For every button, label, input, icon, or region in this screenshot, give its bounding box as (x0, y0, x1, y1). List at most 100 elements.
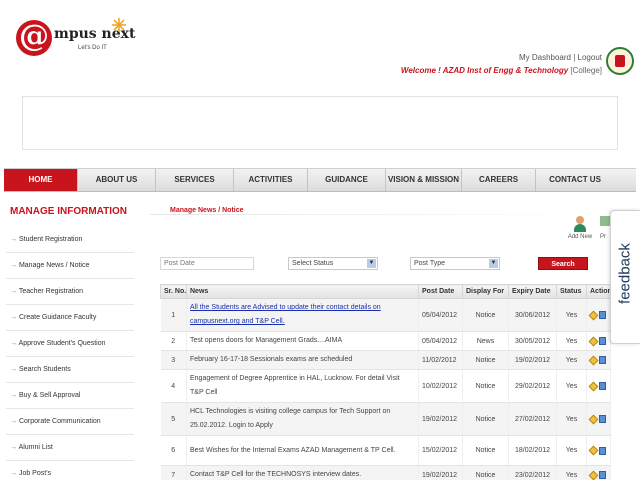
col-status: Status (556, 284, 587, 299)
edit-icon[interactable] (588, 336, 599, 346)
cell-sr: 7 (160, 465, 187, 480)
post-date-input[interactable] (160, 257, 254, 270)
cell-post-date: 19/02/2012 (418, 465, 463, 480)
user-role: [College] (570, 66, 602, 75)
title-divider (150, 214, 610, 215)
cell-post-date: 15/02/2012 (418, 435, 463, 466)
table-header-row: Sr. No. News Post Date Display For Expir… (160, 284, 611, 299)
sidebar-item-buy-sell-approval[interactable]: Buy & Sell Approval (6, 383, 134, 409)
cell-display-for: News (462, 331, 509, 351)
col-expiry-date: Expiry Date (508, 284, 557, 299)
link-separator: | (573, 53, 576, 62)
sidebar-title: MANAGE INFORMATION (10, 206, 128, 217)
delete-icon[interactable] (599, 311, 606, 319)
cell-display-for: Notice (462, 369, 509, 403)
delete-icon[interactable] (599, 446, 606, 455)
edit-icon[interactable] (588, 470, 599, 480)
cell-display-for: Notice (462, 435, 509, 466)
chevron-down-icon: ▼ (367, 259, 376, 268)
col-action: Action (586, 284, 611, 299)
sidebar-item-approve-questions[interactable]: Approve Student's Question (6, 331, 134, 357)
sidebar-item-create-guidance-faculty[interactable]: Create Guidance Faculty (6, 305, 134, 331)
nav-careers[interactable]: CAREERS (462, 169, 536, 191)
cell-news: Best Wishes for the Internal Exams AZAD … (186, 435, 419, 466)
my-dashboard-link[interactable]: My Dashboard (519, 53, 571, 62)
cell-expiry-date: 27/02/2012 (508, 402, 557, 436)
sidebar-item-job-posts[interactable]: Job Post's (6, 461, 134, 480)
cell-status: Yes (556, 369, 587, 403)
cell-post-date: 19/02/2012 (418, 402, 463, 436)
table-row: 5 HCL Technologies is visiting college c… (160, 402, 611, 436)
nav-home[interactable]: HOME (4, 169, 78, 191)
table-row: 1 All the Students are Advised to update… (160, 298, 611, 332)
cell-post-date: 11/02/2012 (418, 350, 463, 370)
nav-vision-mission[interactable]: VISION & MISSION (386, 169, 462, 191)
cell-action (586, 402, 611, 436)
edit-icon[interactable] (588, 355, 599, 365)
sidebar-item-student-registration[interactable]: Student Registration (6, 227, 134, 253)
cell-post-date: 10/02/2012 (418, 369, 463, 403)
cell-status: Yes (556, 331, 587, 351)
delete-icon[interactable] (599, 356, 606, 364)
sidebar: MANAGE INFORMATION Student Registration … (6, 204, 134, 480)
logo-tagline: Let's Do IT (78, 45, 107, 51)
cell-sr: 2 (160, 331, 187, 351)
campusnext-logo[interactable]: @ mpus next Let's Do IT (16, 18, 136, 60)
edit-icon[interactable] (588, 445, 599, 456)
college-emblem-icon (606, 47, 634, 75)
cell-status: Yes (556, 465, 587, 480)
cell-post-date: 05/04/2012 (418, 331, 463, 351)
cell-action (586, 465, 611, 480)
filter-bar: Select Status ▼ Post Type ▼ Search (160, 257, 588, 273)
cell-action (586, 298, 611, 332)
print-label: Pr (600, 234, 606, 240)
col-post-date: Post Date (418, 284, 463, 299)
table-row: 6 Best Wishes for the Internal Exams AZA… (160, 435, 611, 466)
status-select[interactable]: Select Status ▼ (288, 257, 378, 270)
cell-sr: 3 (160, 350, 187, 370)
welcome-text: Welcome ! AZAD Inst of Engg & Technology (400, 66, 569, 75)
nav-activities[interactable]: ACTIVITIES (234, 169, 308, 191)
add-user-icon (573, 216, 587, 232)
nav-contact-us[interactable]: CONTACT US (536, 169, 614, 191)
search-button[interactable]: Search (538, 257, 588, 270)
status-select-value: Select Status (292, 260, 334, 267)
delete-icon[interactable] (599, 471, 606, 479)
edit-icon[interactable] (588, 310, 599, 320)
sidebar-item-manage-news[interactable]: Manage News / Notice (6, 253, 134, 279)
cell-status: Yes (556, 298, 587, 332)
logout-link[interactable]: Logout (578, 53, 602, 62)
add-new-button[interactable]: Add New (564, 216, 596, 240)
table-row: 4 Engagement of Degree Apprentice in HAL… (160, 369, 611, 403)
cell-display-for: Notice (462, 402, 509, 436)
delete-icon[interactable] (599, 337, 606, 345)
news-link[interactable]: All the Students are Advised to update t… (190, 304, 381, 325)
feedback-label: feedback (616, 243, 634, 304)
post-type-select[interactable]: Post Type ▼ (410, 257, 500, 270)
chevron-down-icon: ▼ (489, 259, 498, 268)
delete-icon[interactable] (599, 382, 606, 390)
sidebar-item-teacher-registration[interactable]: Teacher Registration (6, 279, 134, 305)
cell-display-for: Notice (462, 298, 509, 332)
cell-sr: 6 (160, 435, 187, 466)
nav-services[interactable]: SERVICES (156, 169, 234, 191)
sidebar-item-corporate-communication[interactable]: Corporate Communication (6, 409, 134, 435)
edit-icon[interactable] (588, 414, 599, 424)
nav-about-us[interactable]: ABOUT US (78, 169, 156, 191)
cell-news: All the Students are Advised to update t… (186, 298, 419, 332)
sparkle-icon (112, 18, 126, 32)
cell-status: Yes (556, 435, 587, 466)
news-table: Sr. No. News Post Date Display For Expir… (160, 284, 611, 480)
main-nav: HOME ABOUT US SERVICES ACTIVITIES GUIDAN… (4, 168, 636, 192)
delete-icon[interactable] (599, 415, 606, 423)
sidebar-item-alumni-list[interactable]: Alumni List (6, 435, 134, 461)
cell-action (586, 350, 611, 370)
welcome-message: Welcome ! AZAD Inst of Engg & Technology… (401, 66, 602, 75)
edit-icon[interactable] (588, 381, 599, 391)
sidebar-item-search-students[interactable]: Search Students (6, 357, 134, 383)
add-new-label: Add New (567, 234, 593, 240)
feedback-tab[interactable]: feedback (610, 210, 640, 344)
cell-sr: 4 (160, 369, 187, 403)
nav-guidance[interactable]: GUIDANCE (308, 169, 386, 191)
post-type-select-value: Post Type (414, 260, 446, 267)
